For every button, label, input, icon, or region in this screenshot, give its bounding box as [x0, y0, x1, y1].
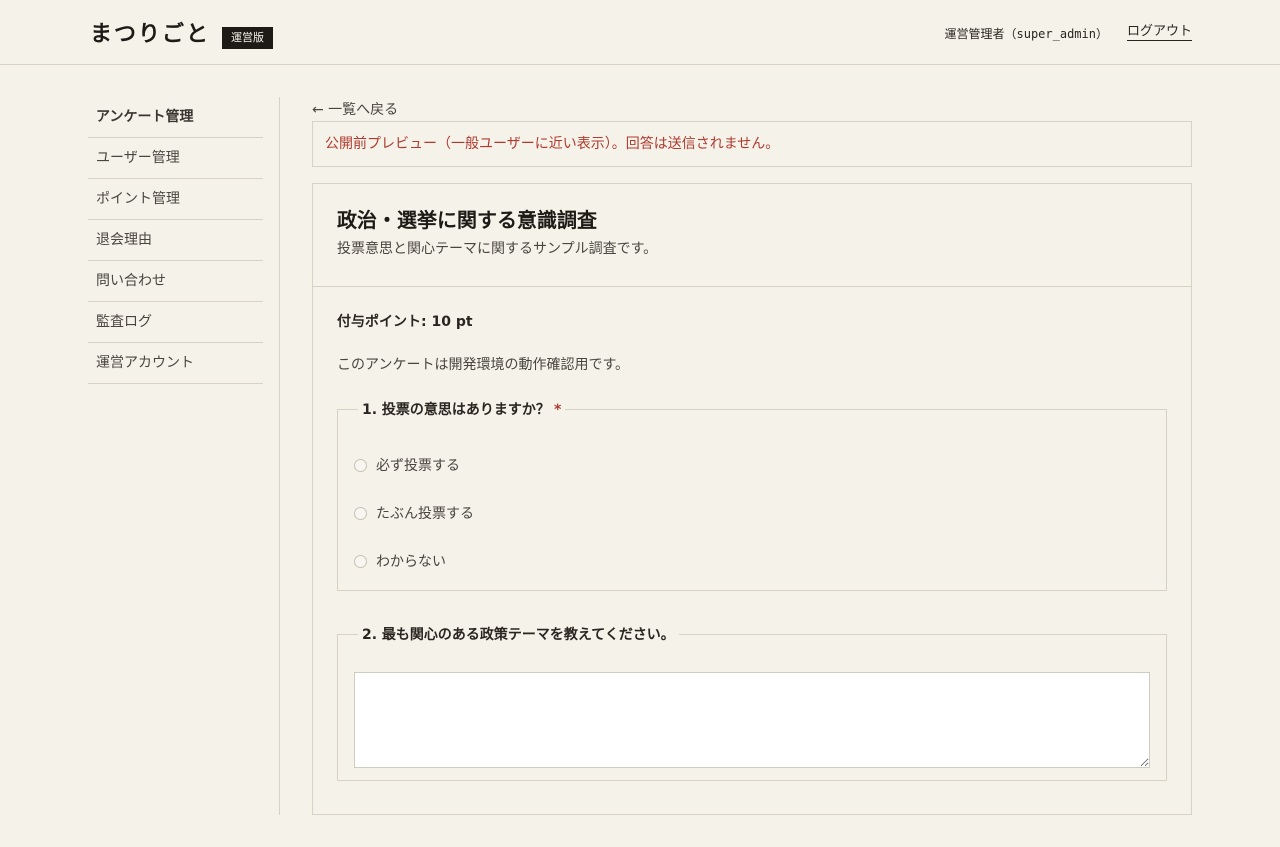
- question-1: 1. 投票の意思はありますか？ * 必ず投票する たぶん投票する わからない: [337, 399, 1167, 591]
- option-label: わからない: [376, 554, 446, 570]
- option-label: 必ず投票する: [376, 458, 460, 474]
- policy-theme-answer-textarea[interactable]: [354, 672, 1150, 768]
- sidebar-item-inquiries[interactable]: 問い合わせ: [88, 261, 263, 302]
- question-1-text: 1. 投票の意思はありますか？: [362, 402, 550, 418]
- radio-button[interactable]: [354, 458, 367, 472]
- sidebar-item-withdrawal-reasons[interactable]: 退会理由: [88, 220, 263, 261]
- back-to-list-link[interactable]: ← 一覧へ戻る: [312, 100, 1192, 121]
- sidebar-item-audit-log[interactable]: 監査ログ: [88, 302, 263, 343]
- required-mark: *: [553, 402, 562, 418]
- sidebar-item-operator-accounts[interactable]: 運営アカウント: [88, 343, 263, 384]
- sidebar-item-points[interactable]: ポイント管理: [88, 179, 263, 220]
- survey-card: 政治・選挙に関する意識調査 投票意思と関心テーマに関するサンプル調査です。 付与…: [312, 183, 1192, 815]
- sidebar-nav: アンケート管理 ユーザー管理 ポイント管理 退会理由 問い合わせ 監査ログ 運営…: [88, 97, 263, 384]
- preview-notice: 公開前プレビュー（一般ユーザーに近い表示）。回答は送信されません。: [312, 121, 1192, 167]
- main-content: ← 一覧へ戻る 公開前プレビュー（一般ユーザーに近い表示）。回答は送信されません…: [312, 100, 1192, 815]
- option-definitely-vote[interactable]: 必ず投票する: [354, 441, 1150, 489]
- survey-note: このアンケートは開発環境の動作確認用です。: [337, 357, 630, 373]
- survey-header: 政治・選挙に関する意識調査 投票意思と関心テーマに関するサンプル調査です。: [313, 184, 1191, 287]
- option-label: たぶん投票する: [376, 506, 474, 522]
- radio-button[interactable]: [354, 506, 367, 520]
- survey-description: 投票意思と関心テーマに関するサンプル調査です。: [337, 241, 658, 257]
- question-1-label: 1. 投票の意思はありますか？ *: [358, 399, 565, 419]
- logout-link[interactable]: ログアウト: [1126, 24, 1192, 41]
- sidebar-divider: [279, 97, 280, 815]
- admin-username: super_admin: [1016, 27, 1096, 41]
- option-dont-know[interactable]: わからない: [354, 537, 1150, 585]
- survey-title: 政治・選挙に関する意識調査: [337, 208, 597, 232]
- question-2: 2. 最も関心のある政策テーマを教えてください。: [337, 624, 1167, 781]
- app-logo[interactable]: まつりごと: [90, 16, 210, 48]
- admin-user-label: 運営管理者（super_admin）: [944, 25, 1108, 42]
- admin-close: ）: [1095, 27, 1108, 41]
- sidebar-item-users[interactable]: ユーザー管理: [88, 138, 263, 179]
- sidebar-item-surveys[interactable]: アンケート管理: [88, 97, 263, 138]
- app-header: まつりごと 運営版 運営管理者（super_admin） ログアウト: [0, 0, 1280, 65]
- radio-button[interactable]: [354, 554, 367, 568]
- reward-points: 付与ポイント: 10 pt: [337, 314, 473, 330]
- edition-badge: 運営版: [222, 27, 273, 49]
- option-probably-vote[interactable]: たぶん投票する: [354, 489, 1150, 537]
- admin-role: 運営管理者（: [944, 27, 1017, 41]
- survey-body: 付与ポイント: 10 pt このアンケートは開発環境の動作確認用です。 1. 投…: [313, 287, 1191, 781]
- question-2-label: 2. 最も関心のある政策テーマを教えてください。: [362, 627, 675, 643]
